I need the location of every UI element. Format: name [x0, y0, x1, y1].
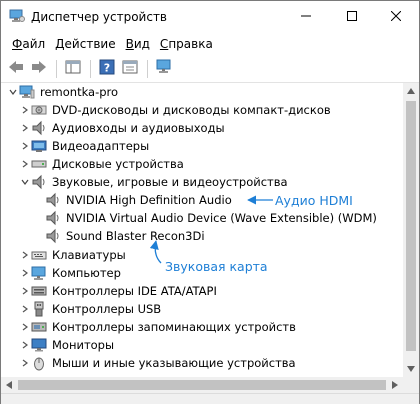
- usb-icon: [31, 301, 47, 317]
- maximize-button[interactable]: [329, 1, 375, 31]
- scrollbar-corner: [403, 377, 419, 393]
- scroll-left-arrow-icon[interactable]: [1, 377, 17, 393]
- menu-file[interactable]: Файл: [7, 34, 50, 54]
- toolbar-separator: [147, 59, 148, 78]
- forward-button[interactable]: [28, 58, 50, 80]
- help-button[interactable]: ?: [96, 58, 118, 80]
- chevron-right-icon[interactable]: [19, 101, 31, 119]
- tree-root-label: remontka-pro: [40, 85, 119, 99]
- menu-action[interactable]: Действие: [50, 34, 120, 54]
- speaker-icon: [45, 192, 61, 208]
- toolbar-separator: [90, 59, 91, 78]
- toolbar-separator: [56, 59, 57, 78]
- display-adapter-icon: [31, 138, 47, 154]
- properties-button[interactable]: [119, 58, 141, 80]
- chevron-right-icon[interactable]: [19, 119, 31, 137]
- device-tree[interactable]: remontka-pro DVD-дисководы и дисководы к…: [1, 83, 403, 377]
- arrow-left-icon: [8, 60, 24, 77]
- device-manager-app-icon: [9, 9, 25, 23]
- scroll-up-arrow-icon[interactable]: [403, 83, 419, 99]
- speaker-icon: [31, 174, 47, 190]
- chevron-right-icon[interactable]: [19, 282, 31, 300]
- tree-item-disk-drives[interactable]: Дисковые устройства: [1, 155, 401, 173]
- properties-icon: [122, 60, 138, 77]
- chevron-right-icon[interactable]: [19, 246, 31, 264]
- horizontal-scrollbar[interactable]: [1, 377, 403, 393]
- console-tree-icon: [65, 60, 81, 77]
- dvd-drive-icon: [31, 102, 47, 118]
- disk-drive-icon: [31, 156, 47, 172]
- scroll-right-arrow-icon[interactable]: [387, 377, 403, 393]
- tree-root-computer[interactable]: remontka-pro: [1, 83, 401, 101]
- scan-hardware-button[interactable]: [153, 58, 175, 80]
- tree-item-audio-inputs-outputs[interactable]: Аудиовходы и аудиовыходы: [1, 119, 401, 137]
- chevron-right-icon[interactable]: [19, 137, 31, 155]
- chevron-right-icon[interactable]: [19, 264, 31, 282]
- scan-hardware-icon: [155, 59, 173, 78]
- speaker-icon: [45, 210, 61, 226]
- monitor-icon: [31, 337, 47, 353]
- menu-bar: Файл Действие Вид Справка: [1, 33, 419, 55]
- annotation-sound-card: Звуковая карта: [165, 259, 268, 274]
- tree-item-sound-video-game-controllers[interactable]: Звуковые, игровые и видеоустройства: [1, 173, 401, 191]
- ide-controller-icon: [31, 283, 47, 299]
- tree-item-mice[interactable]: Мыши и иные указывающие устройства: [1, 354, 401, 372]
- tree-item-usb-controllers[interactable]: Контроллеры USB: [1, 300, 401, 318]
- title-bar: Диспетчер устройств: [1, 1, 419, 33]
- close-button[interactable]: [373, 1, 419, 31]
- back-button[interactable]: [5, 58, 27, 80]
- speaker-icon: [31, 120, 47, 136]
- chevron-right-icon[interactable]: [19, 155, 31, 173]
- scroll-down-arrow-icon[interactable]: [403, 361, 419, 377]
- chevron-right-icon[interactable]: [19, 354, 31, 372]
- tree-item-monitors[interactable]: Мониторы: [1, 336, 401, 354]
- computer-icon: [31, 265, 47, 281]
- speaker-icon: [45, 228, 61, 244]
- tree-item-storage-controllers[interactable]: Контроллеры запоминающих устройств: [1, 318, 401, 336]
- vertical-scroll-thumb[interactable]: [406, 101, 416, 351]
- tree-device-sound-blaster[interactable]: Sound Blaster Recon3Di: [1, 227, 401, 245]
- toolbar: ?: [1, 55, 419, 83]
- keyboard-icon: [31, 247, 47, 263]
- menu-view[interactable]: Вид: [121, 34, 155, 54]
- show-hide-console-tree-button[interactable]: [62, 58, 84, 80]
- menu-help[interactable]: Справка: [155, 34, 218, 54]
- tree-item-display-adapters[interactable]: Видеоадаптеры: [1, 137, 401, 155]
- chevron-right-icon[interactable]: [19, 318, 31, 336]
- tree-item-ide-controllers[interactable]: Контроллеры IDE ATA/ATAPI: [1, 282, 401, 300]
- help-icon: ?: [99, 59, 115, 78]
- tree-item-dvd-drives[interactable]: DVD-дисководы и дисководы компакт-дисков: [1, 101, 401, 119]
- horizontal-scroll-thumb[interactable]: [18, 380, 386, 390]
- chevron-down-icon[interactable]: [19, 173, 31, 191]
- window-title: Диспетчер устройств: [31, 10, 168, 24]
- chevron-right-icon[interactable]: [19, 300, 31, 318]
- tree-device-nvidia-virtual-audio[interactable]: NVIDIA Virtual Audio Device (Wave Extens…: [1, 209, 401, 227]
- vertical-scrollbar[interactable]: [403, 83, 419, 377]
- computer-icon: [19, 84, 35, 100]
- chevron-down-icon[interactable]: [7, 83, 19, 101]
- svg-text:?: ?: [104, 62, 110, 75]
- mouse-icon: [31, 355, 47, 371]
- status-bar: [1, 393, 419, 404]
- chevron-right-icon[interactable]: [19, 336, 31, 354]
- device-manager-window: Диспетчер устройств Файл Действие Вид Сп…: [0, 0, 420, 404]
- annotation-audio-hdmi: Аудио HDMI: [275, 193, 353, 208]
- storage-controller-icon: [31, 319, 47, 335]
- arrow-right-icon: [31, 60, 47, 77]
- minimize-button[interactable]: [283, 1, 329, 31]
